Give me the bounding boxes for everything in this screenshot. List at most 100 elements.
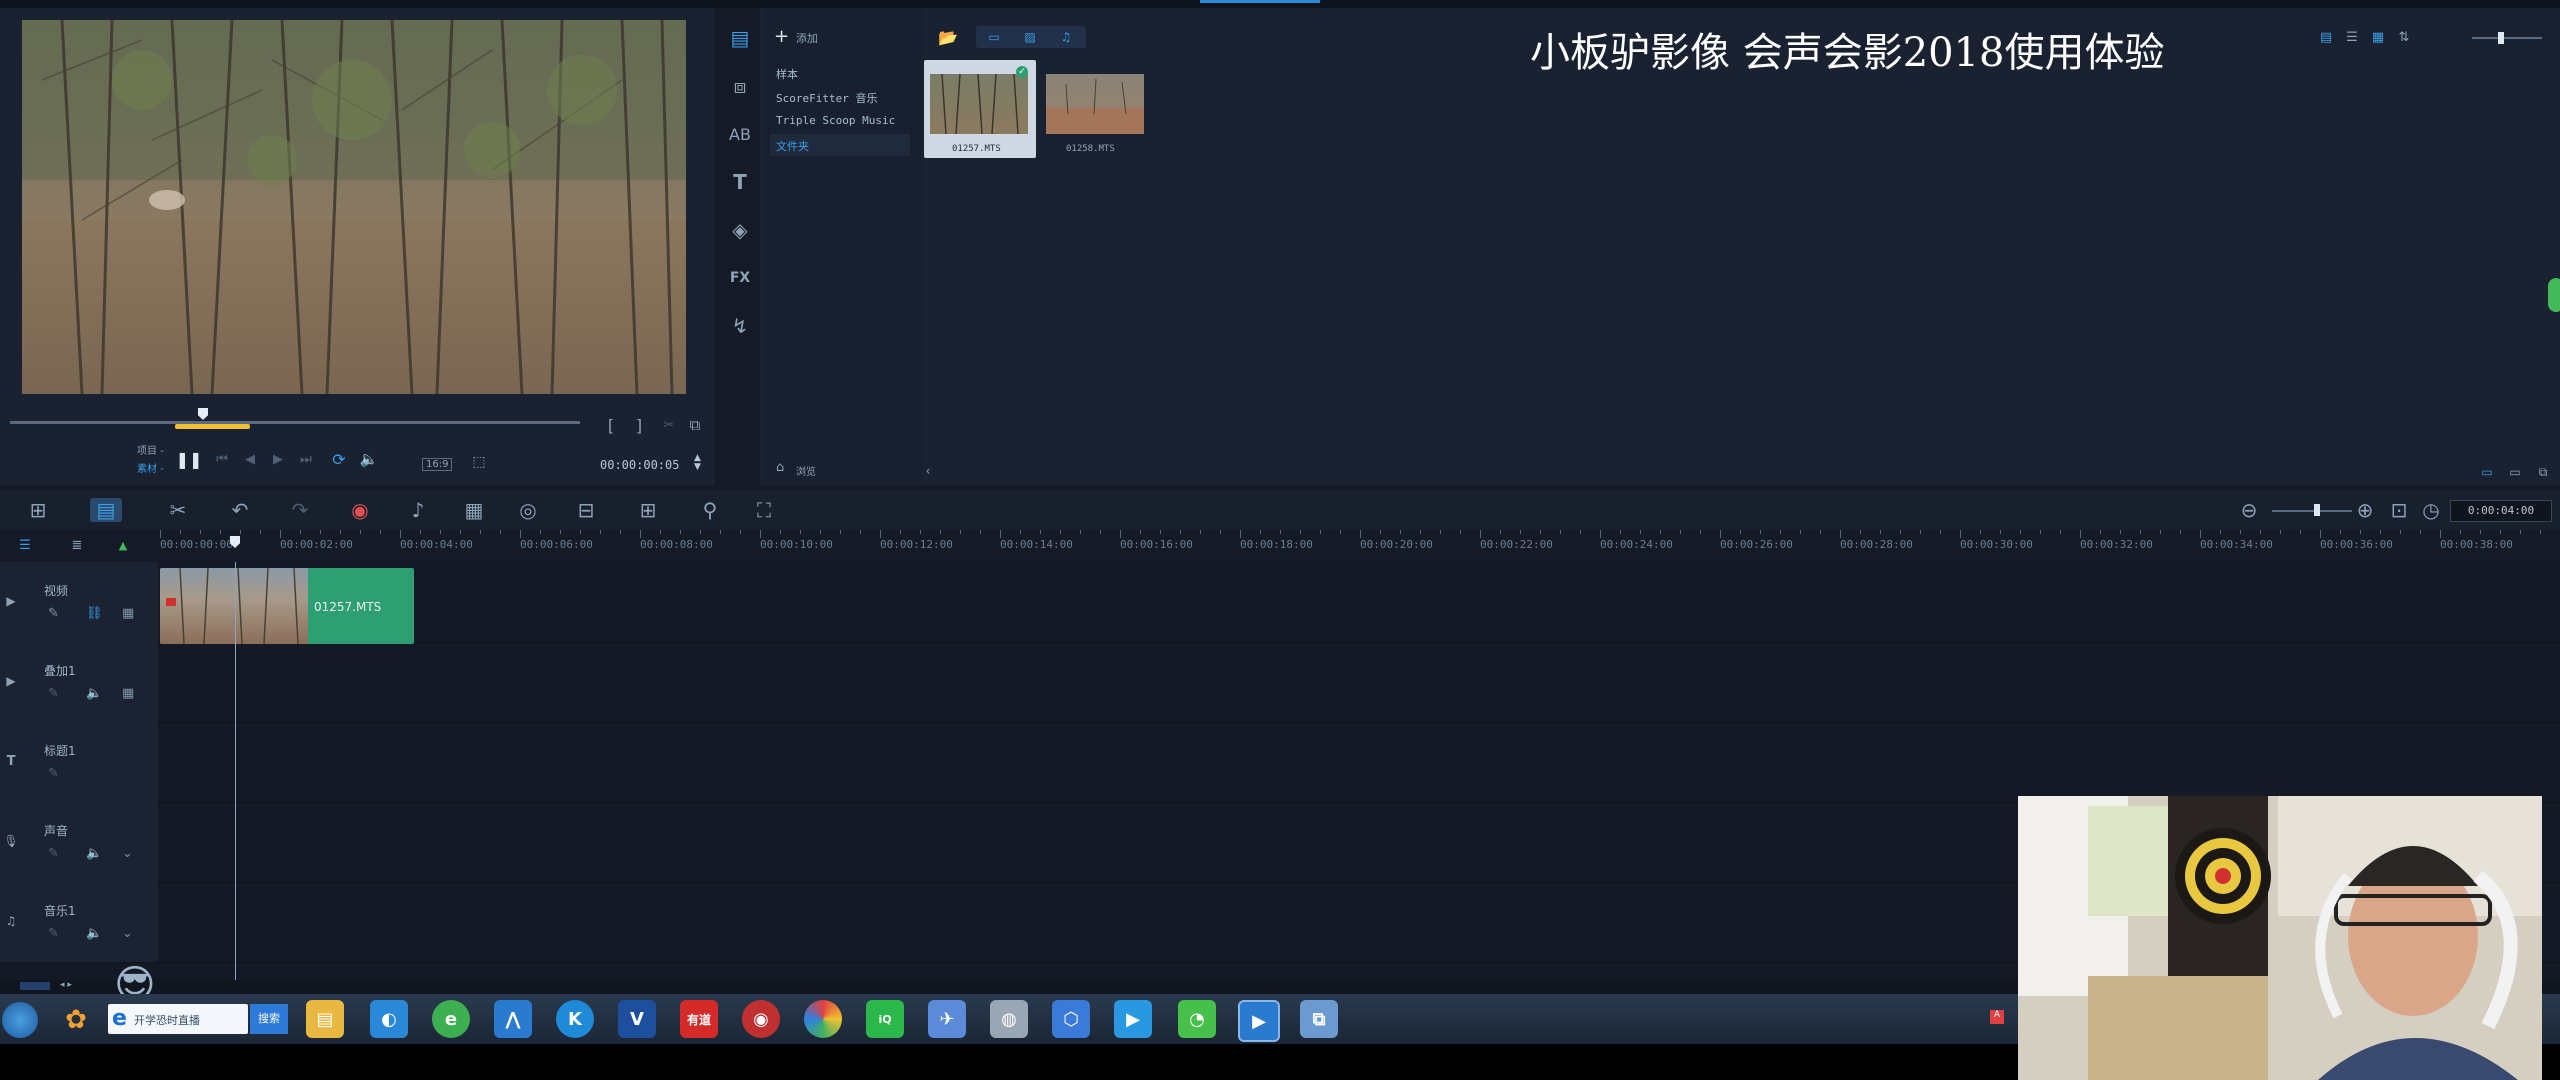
search-text[interactable]: 开学恐时直播 <box>134 1012 200 1028</box>
path-icon[interactable]: ↯ <box>728 314 752 338</box>
tool-app-icon[interactable]: ◍ <box>990 1000 1028 1038</box>
view-grid-icon[interactable]: ▦ <box>2368 28 2388 46</box>
screen-size-icon[interactable]: ⬚ <box>468 452 490 472</box>
edge-icon[interactable]: ◐ <box>370 1000 408 1038</box>
timeline-ruler[interactable]: 00:00:00:00 00:00:02:00 00:00:04:00 00:00:0… <box>160 530 2541 560</box>
mask-creator-icon[interactable]: ⛶ <box>752 498 776 522</box>
speaker-icon[interactable]: 🔈 <box>86 846 102 861</box>
chapter-point-icon[interactable]: ≣ <box>66 536 88 554</box>
grid-icon[interactable]: ▦ <box>122 606 134 621</box>
folder-item-scorefitter[interactable]: ScoreFitter 音乐 <box>776 90 877 106</box>
repeat-icon[interactable]: ⟳ <box>328 448 350 470</box>
add-folder-label[interactable]: 添加 <box>796 30 818 46</box>
scroll-arrows-icon[interactable]: ◂ ▸ <box>60 980 72 990</box>
speaker-icon[interactable]: 🔈 <box>86 926 102 941</box>
time-remapping-icon[interactable]: ⚲ <box>698 498 722 522</box>
zoom-slider[interactable] <box>2272 510 2352 512</box>
folder-item-triple-scoop[interactable]: Triple Scoop Music <box>776 114 895 127</box>
toolbar-tools-icon[interactable]: ✂ <box>166 498 190 522</box>
storyboard-view-icon[interactable]: ⊞ <box>24 498 52 522</box>
mode-clip-label[interactable]: 素材 - <box>137 460 164 475</box>
edit-pencil-icon[interactable]: ✎ <box>48 686 59 701</box>
import-folder-icon[interactable]: 📂 <box>936 26 960 48</box>
layout-icon-3[interactable]: ⧉ <box>2532 464 2554 480</box>
browse-icon[interactable]: ⌂ <box>776 460 784 475</box>
edit-pencil-icon[interactable]: ✎ <box>48 926 59 941</box>
chevron-down-icon[interactable]: ⌄ <box>122 926 133 941</box>
end-button[interactable]: ⏭ <box>296 448 316 470</box>
bird-app-icon[interactable]: ✈ <box>928 1000 966 1038</box>
fx-filter-icon[interactable]: FX <box>728 266 752 290</box>
playhead-marker[interactable] <box>198 408 208 420</box>
tray-alert-icon[interactable]: A <box>1990 1010 2004 1024</box>
auto-music-icon[interactable]: ▦ <box>462 498 486 522</box>
motion-tracking-icon[interactable]: ◎ <box>516 498 540 522</box>
timecode-display[interactable]: 00:00:00:05 <box>600 458 679 472</box>
chrome-icon[interactable] <box>804 1000 842 1038</box>
collapse-library-icon[interactable]: ‹ <box>920 462 936 480</box>
undo-icon[interactable]: ↶ <box>228 498 252 522</box>
pause-button[interactable]: ❚❚ <box>176 448 203 470</box>
grid-icon[interactable]: ▦ <box>122 686 134 701</box>
redo-icon[interactable]: ↷ <box>288 498 312 522</box>
transition-icon[interactable]: AB <box>728 122 752 146</box>
fit-project-icon[interactable]: ⊡ <box>2388 498 2410 522</box>
split-clip-icon[interactable]: ✂ <box>658 414 680 436</box>
graphics-icon[interactable]: ◈ <box>728 218 752 242</box>
video-clip[interactable]: 01257.MTS <box>160 568 414 644</box>
sound-mixer-icon[interactable]: ♪ <box>406 498 430 522</box>
speaker-icon[interactable]: 🔈 <box>86 686 102 701</box>
trim-range[interactable] <box>175 424 250 429</box>
show-photo-icon[interactable]: ▨ <box>1018 28 1042 46</box>
timeline-view-icon[interactable]: ▤ <box>90 498 122 522</box>
thumbnail-01257[interactable] <box>930 74 1028 134</box>
zoom-in-icon[interactable]: ⊕ <box>2354 498 2376 522</box>
next-frame-button[interactable]: ▶ <box>268 448 288 470</box>
side-handle-icon[interactable] <box>2548 278 2560 312</box>
show-video-icon[interactable]: ▭ <box>982 28 1006 46</box>
zoom-out-icon[interactable]: ⊖ <box>2238 498 2260 522</box>
layout-icon-1[interactable]: ▭ <box>2476 464 2498 480</box>
view-thumbnails-icon[interactable]: ▤ <box>2316 28 2336 46</box>
view-list-icon[interactable]: ☰ <box>2342 28 2362 46</box>
k-app-icon[interactable]: K <box>556 1000 594 1038</box>
chevron-down-icon[interactable]: ⌄ <box>122 846 133 861</box>
thumbnail-size-handle[interactable] <box>2498 32 2504 44</box>
folder-item-folder[interactable]: 文件夹 <box>776 138 809 154</box>
home-button[interactable]: ⏮ <box>212 448 232 470</box>
enlarge-preview-icon[interactable]: ⧉ <box>684 414 706 436</box>
browser-360-icon[interactable]: e <box>432 1000 470 1038</box>
show-audio-icon[interactable]: ♫ <box>1054 28 1078 46</box>
thumbnail-size-slider[interactable] <box>2472 37 2542 39</box>
add-folder-icon[interactable]: + <box>774 26 789 47</box>
network-app-icon[interactable]: ⬡ <box>1052 1000 1090 1038</box>
multi-camera-icon[interactable]: ⊞ <box>636 498 660 522</box>
thumbnail-01258[interactable] <box>1046 74 1144 134</box>
record-capture-icon[interactable]: ◉ <box>348 498 372 522</box>
youdao-icon[interactable]: 有道 <box>680 1000 718 1038</box>
ripple-edit-icon[interactable]: ▲ <box>112 536 134 554</box>
timecode-stepper-icon[interactable]: ▲ ▼ <box>694 454 701 472</box>
mode-project-label[interactable]: 项目 - <box>137 442 164 457</box>
edit-pencil-icon[interactable]: ✎ <box>48 606 59 621</box>
video-studio-taskbar-icon[interactable]: ▶ <box>1238 1000 1280 1042</box>
scrubber-track[interactable] <box>10 421 580 424</box>
layout-icon-2[interactable]: ▭ <box>2504 464 2526 480</box>
title-icon[interactable]: T <box>728 170 752 194</box>
zoom-handle[interactable] <box>2314 504 2320 516</box>
wechat-icon[interactable]: ◔ <box>1178 1000 1216 1038</box>
folder-item-sample[interactable]: 样本 <box>776 66 798 82</box>
iqiyi-icon[interactable]: iQ <box>866 1000 904 1038</box>
track-manager-icon[interactable]: ☰ <box>14 536 36 554</box>
mark-in-button[interactable]: [ <box>600 414 622 436</box>
previous-frame-button[interactable]: ◀ <box>240 448 260 470</box>
instant-project-icon[interactable]: ⧈ <box>728 74 752 98</box>
start-button[interactable] <box>2 1002 38 1038</box>
file-explorer-icon[interactable]: ▤ <box>306 1000 344 1038</box>
subtitle-editor-icon[interactable]: ⊟ <box>574 498 598 522</box>
media-icon[interactable]: ▤ <box>728 26 752 50</box>
edit-pencil-icon[interactable]: ✎ <box>48 766 59 781</box>
v-app-icon[interactable]: V <box>618 1000 656 1038</box>
player-app-icon[interactable]: ▶ <box>1114 1000 1152 1038</box>
search-box[interactable]: e 开学恐时直播 <box>108 1004 248 1034</box>
